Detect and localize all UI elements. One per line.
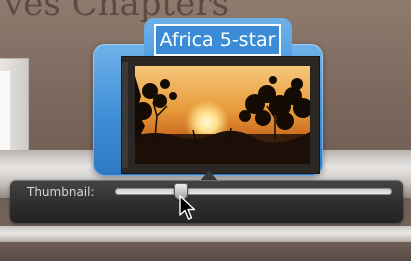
sunset-photo-icon <box>135 66 310 164</box>
thumbnail-frame-edge <box>122 62 128 168</box>
thumbnail-size-slider[interactable] <box>115 183 392 200</box>
event-title[interactable]: Africa 5-star <box>154 24 281 56</box>
thumbnail-photo[interactable] <box>135 66 310 164</box>
shelf-lower <box>0 226 411 242</box>
arrow-cursor-icon <box>179 195 196 220</box>
bottom-strip <box>0 242 411 261</box>
background-card-inner <box>0 71 10 151</box>
thumbnail-slider-label: Thumbnail: <box>27 185 95 199</box>
